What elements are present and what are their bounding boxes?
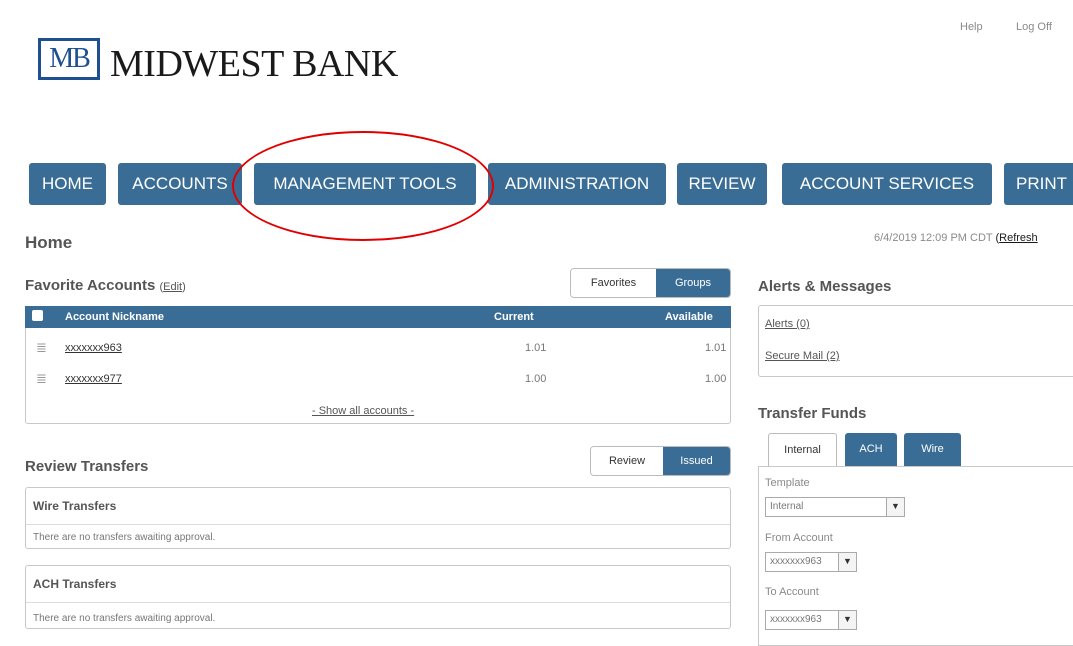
accounts-table-header: Account Nickname Current Available — [25, 306, 731, 328]
favorites-toggle: Favorites Groups — [570, 268, 731, 298]
available-balance: 1.00 — [705, 373, 727, 385]
dropdown-arrow-icon: ▼ — [886, 498, 904, 516]
tab-wire[interactable]: Wire — [904, 433, 961, 467]
alerts-panel: Alerts (0) Secure Mail (2) — [758, 305, 1073, 377]
available-balance: 1.01 — [705, 342, 727, 354]
show-all-accounts-link[interactable]: - Show all accounts - — [312, 405, 414, 417]
template-label: Template — [765, 477, 810, 489]
tab-ach[interactable]: ACH — [845, 433, 897, 467]
col-current: Current — [494, 311, 534, 323]
to-account-label: To Account — [765, 586, 819, 598]
edit-favorites-link[interactable]: Edit — [163, 281, 182, 293]
logoff-link[interactable]: Log Off — [1016, 21, 1052, 33]
nav-accounts[interactable]: ACCOUNTS — [118, 163, 242, 205]
table-row[interactable]: ≣ xxxxxxx963 1.01 1.01 — [25, 338, 731, 358]
wire-transfers-message: There are no transfers awaiting approval… — [33, 532, 216, 543]
nav-print[interactable]: PRINT — [1004, 163, 1073, 205]
account-nickname-link[interactable]: xxxxxxx977 — [65, 373, 122, 385]
alerts-title: Alerts & Messages — [758, 278, 892, 295]
from-account-select[interactable]: xxxxxxx963 ▼ — [765, 552, 857, 572]
current-balance: 1.01 — [525, 342, 547, 354]
secure-mail-link[interactable]: Secure Mail (2) — [765, 350, 840, 362]
wire-transfers-panel: Wire Transfers There are no transfers aw… — [25, 487, 731, 549]
document-icon: ≣ — [36, 371, 47, 386]
favorites-title: Favorite Accounts (Edit) — [25, 277, 186, 294]
favorites-toggle-groups[interactable]: Groups — [656, 269, 730, 297]
review-toggle: Review Issued — [590, 446, 731, 476]
review-toggle-issued[interactable]: Issued — [663, 447, 730, 475]
table-row[interactable]: ≣ xxxxxxx977 1.00 1.00 — [25, 369, 731, 389]
ach-transfers-heading: ACH Transfers — [33, 577, 117, 591]
review-transfers-title: Review Transfers — [25, 458, 149, 475]
favorites-toggle-favorites[interactable]: Favorites — [571, 269, 656, 297]
bank-logo-mark: MB — [38, 38, 100, 80]
print-icon[interactable] — [32, 310, 43, 321]
wire-transfers-heading: Wire Transfers — [33, 499, 117, 513]
dropdown-arrow-icon: ▼ — [838, 553, 856, 571]
help-link[interactable]: Help — [960, 21, 983, 33]
from-account-label: From Account — [765, 532, 833, 544]
alerts-link[interactable]: Alerts (0) — [765, 318, 810, 330]
tab-internal[interactable]: Internal — [768, 433, 837, 467]
current-balance: 1.00 — [525, 373, 547, 385]
document-icon: ≣ — [36, 340, 47, 355]
ach-transfers-panel: ACH Transfers There are no transfers awa… — [25, 565, 731, 629]
refresh-link[interactable]: Refresh — [999, 232, 1038, 244]
highlight-circle — [232, 131, 494, 241]
nav-administration[interactable]: ADMINISTRATION — [488, 163, 666, 205]
col-available: Available — [665, 311, 713, 323]
bank-name: MIDWEST BANK — [110, 43, 398, 85]
timestamp: 6/4/2019 12:09 PM CDT — [874, 232, 993, 244]
template-select[interactable]: Internal ▼ — [765, 497, 905, 517]
page-title: Home — [25, 233, 73, 252]
to-account-select[interactable]: xxxxxxx963 ▼ — [765, 610, 857, 630]
nav-account-services[interactable]: ACCOUNT SERVICES — [782, 163, 992, 205]
ach-transfers-message: There are no transfers awaiting approval… — [33, 613, 216, 624]
nav-review[interactable]: REVIEW — [677, 163, 767, 205]
timestamp-row: 6/4/2019 12:09 PM CDT (Refresh — [874, 232, 1038, 244]
review-toggle-review[interactable]: Review — [591, 447, 663, 475]
account-nickname-link[interactable]: xxxxxxx963 — [65, 342, 122, 354]
transfer-funds-panel: Template Internal ▼ From Account xxxxxxx… — [758, 466, 1073, 646]
nav-home[interactable]: HOME — [29, 163, 106, 205]
col-account-nickname: Account Nickname — [65, 311, 165, 323]
dropdown-arrow-icon: ▼ — [838, 611, 856, 629]
transfer-funds-title: Transfer Funds — [758, 405, 867, 422]
